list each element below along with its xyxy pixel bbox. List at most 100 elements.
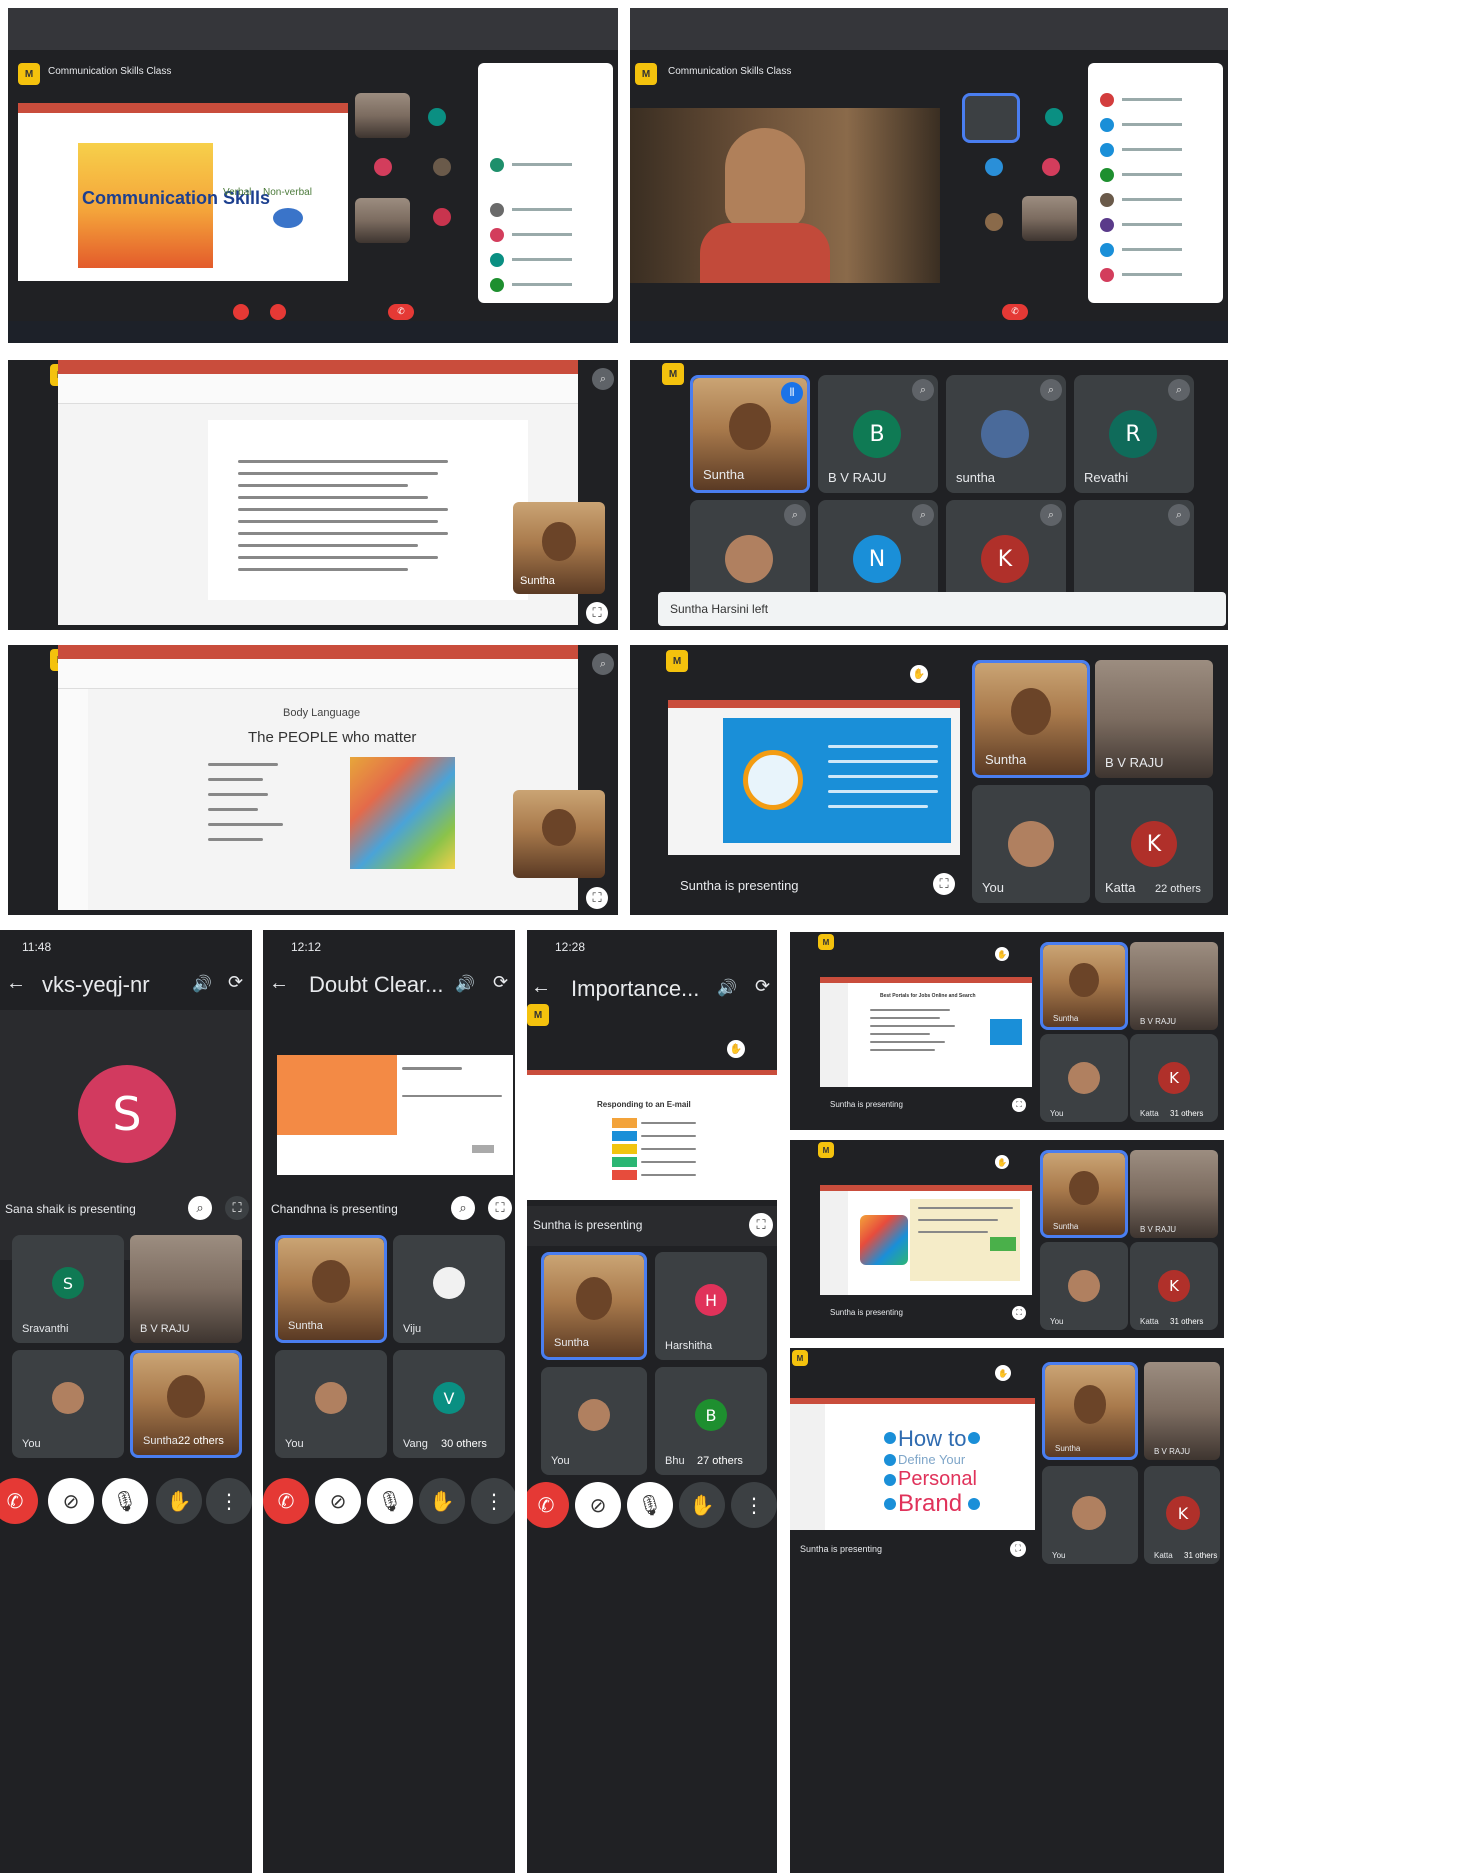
participant-tile: R Revathi ⌕ <box>1074 375 1194 493</box>
meet-logo: M <box>818 934 834 950</box>
shared-video <box>630 108 940 283</box>
speaker-icon[interactable]: 🔊 <box>455 974 475 994</box>
avatar <box>578 1399 610 1431</box>
fullscreen-button[interactable]: ⛶ <box>586 887 608 909</box>
mic-off-button[interactable]: 🎙 <box>627 1482 673 1528</box>
raise-hand-icon[interactable]: ✋ <box>910 665 928 683</box>
end-call-button[interactable]: ✆ <box>527 1482 569 1528</box>
pin-icon[interactable]: ⌕ <box>1168 504 1190 526</box>
fullscreen-button[interactable]: ⛶ <box>586 602 608 624</box>
fullscreen-button[interactable]: ⛶ <box>1012 1098 1026 1112</box>
switch-camera-icon[interactable]: ⟳ <box>228 972 243 993</box>
more-options-button[interactable]: ⋮ <box>731 1482 777 1528</box>
more-options-button[interactable]: ⋮ <box>471 1478 515 1524</box>
participant-tile: B V RAJU <box>1144 1362 1220 1460</box>
participant-tile: You <box>1040 1242 1128 1330</box>
unpin-button[interactable]: ⌕ <box>188 1196 212 1220</box>
switch-camera-icon[interactable]: ⟳ <box>755 976 770 997</box>
verbal-label: Verbal <box>223 187 252 198</box>
camera-button[interactable] <box>270 304 286 320</box>
back-icon[interactable]: ← <box>269 972 289 995</box>
shared-slide <box>668 700 960 855</box>
avatar-icon <box>428 108 446 126</box>
end-call-button[interactable]: ✆ <box>1002 304 1028 320</box>
meeting-code[interactable]: vks-yeqj-nr <box>42 972 150 998</box>
camera-off-button[interactable]: ⊘ <box>48 1478 94 1524</box>
avatar <box>1008 821 1054 867</box>
avatar: K <box>981 535 1029 583</box>
browser-bar <box>8 8 618 50</box>
raise-hand-button[interactable]: ✋ <box>156 1478 202 1524</box>
meeting-title[interactable]: Importance... <box>571 976 699 1002</box>
participant-tile: Viju <box>393 1235 505 1343</box>
participant-tile: K Katta 31 others <box>1130 1034 1218 1122</box>
presenting-label: Suntha is presenting <box>830 1308 903 1317</box>
fullscreen-button[interactable]: ⛶ <box>933 873 955 895</box>
camera-off-button[interactable]: ⊘ <box>315 1478 361 1524</box>
shared-slide <box>277 1055 513 1175</box>
participant-tile: Suntha <box>275 1235 387 1343</box>
avatar: K <box>1158 1062 1190 1094</box>
participant-tile: You <box>12 1350 124 1458</box>
pin-icon[interactable]: ⌕ <box>912 504 934 526</box>
raise-hand-button[interactable]: ✋ <box>419 1478 465 1524</box>
slide-line-4: Brand <box>898 1490 963 1517</box>
pin-icon[interactable]: ⌕ <box>784 504 806 526</box>
end-call-button[interactable]: ✆ <box>388 304 414 320</box>
avatar <box>725 535 773 583</box>
shared-document <box>58 360 578 625</box>
participant-tile: B V RAJU <box>1130 942 1218 1030</box>
raise-hand-icon[interactable]: ✋ <box>995 1365 1011 1381</box>
bullet-icon <box>968 1432 980 1444</box>
fullscreen-button[interactable]: ⛶ <box>1012 1306 1026 1320</box>
back-icon[interactable]: ← <box>531 976 551 999</box>
fullscreen-button[interactable]: ⛶ <box>1010 1541 1026 1557</box>
panel-info-slide: M ✋ Suntha is presenting ⛶ Suntha B V RA… <box>790 1140 1224 1338</box>
pin-icon[interactable]: ⌕ <box>592 653 614 675</box>
avatar: B <box>695 1399 727 1431</box>
raise-hand-icon[interactable]: ✋ <box>995 1155 1009 1169</box>
camera-off-button[interactable]: ⊘ <box>575 1482 621 1528</box>
pin-icon[interactable]: ⌕ <box>1040 504 1062 526</box>
fullscreen-button[interactable]: ⛶ <box>749 1213 773 1237</box>
avatar <box>1068 1270 1100 1302</box>
raise-hand-icon[interactable]: ✋ <box>995 947 1009 961</box>
status-time: 12:28 <box>555 940 586 954</box>
pin-icon[interactable]: ⌕ <box>912 379 934 401</box>
end-call-button[interactable]: ✆ <box>0 1478 38 1524</box>
unpin-button[interactable]: ⌕ <box>451 1196 475 1220</box>
pin-icon[interactable]: ⌕ <box>1040 379 1062 401</box>
participant-tile: You <box>1042 1466 1138 1564</box>
bullet-icon <box>884 1474 896 1486</box>
end-call-button[interactable]: ✆ <box>263 1478 309 1524</box>
panel-personal-brand: M ✋ How to Define Your Personal Brand Su… <box>790 1348 1224 1873</box>
raise-hand-icon[interactable]: ✋ <box>727 1040 745 1058</box>
speaker-icon[interactable]: 🔊 <box>717 978 737 998</box>
fullscreen-button[interactable]: ⛶ <box>225 1196 249 1220</box>
speaker-icon[interactable]: 🔊 <box>192 974 212 994</box>
participant-tile: BB V RAJU ⌕ <box>818 375 938 493</box>
bullet-icon <box>968 1498 980 1510</box>
meeting-title[interactable]: Doubt Clear... <box>309 972 444 998</box>
avatar: B <box>853 410 901 458</box>
fullscreen-button[interactable]: ⛶ <box>488 1196 512 1220</box>
raise-hand-button[interactable]: ✋ <box>679 1482 725 1528</box>
switch-camera-icon[interactable]: ⟳ <box>493 972 508 993</box>
video-tile <box>355 93 410 138</box>
people-panel <box>1088 63 1223 303</box>
participant-tile: B Bhu 27 others <box>655 1367 767 1475</box>
pin-icon[interactable]: ⌕ <box>1168 379 1190 401</box>
nonverbal-label: Non-verbal <box>263 187 312 198</box>
avatar: N <box>853 535 901 583</box>
more-options-button[interactable]: ⋮ <box>206 1478 252 1524</box>
avatar <box>981 410 1029 458</box>
participant-tile: S Sravanthi <box>12 1235 124 1343</box>
pin-icon[interactable]: ⌕ <box>592 368 614 390</box>
mic-button[interactable] <box>233 304 249 320</box>
avatar: K <box>1131 821 1177 867</box>
mic-off-button[interactable]: 🎙 <box>102 1478 148 1524</box>
back-icon[interactable]: ← <box>6 972 26 995</box>
mic-off-button[interactable]: 🎙 <box>367 1478 413 1524</box>
presenting-label: Suntha is presenting <box>533 1218 643 1232</box>
panel-presenting-jobsearch: M Suntha is presenting ⛶ ✋ Suntha B V RA… <box>630 645 1228 915</box>
